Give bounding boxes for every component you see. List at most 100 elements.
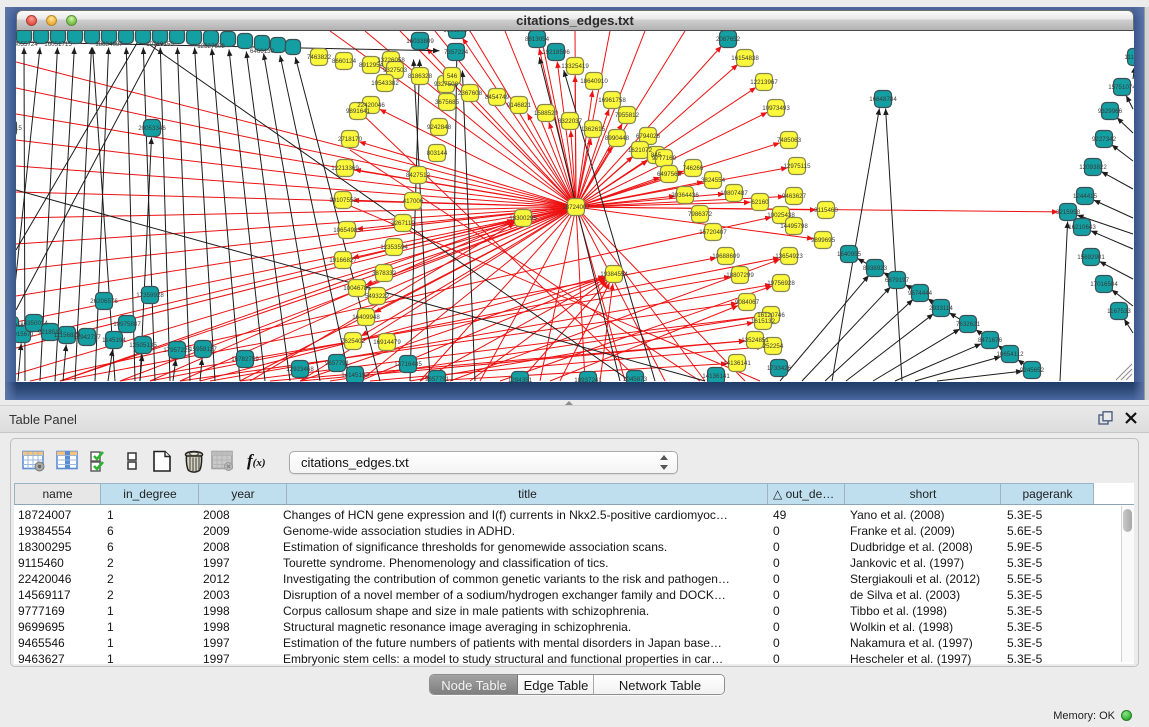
svg-text:16914479: 16914479 <box>373 339 401 346</box>
svg-text:10973493: 10973493 <box>762 105 790 112</box>
svg-text:16782759: 16782759 <box>231 356 259 363</box>
svg-text:5493222: 5493222 <box>365 293 390 300</box>
svg-text:14350014: 14350014 <box>20 320 48 327</box>
svg-text:26206576: 26206576 <box>90 298 118 305</box>
svg-text:6466130: 6466130 <box>250 48 275 55</box>
svg-text:9146821: 9146821 <box>507 102 532 109</box>
svg-text:7955812: 7955812 <box>615 112 640 119</box>
svg-text:18834097: 18834097 <box>95 41 123 48</box>
svg-text:8990448: 8990448 <box>605 135 630 142</box>
svg-text:7463822: 7463822 <box>307 54 332 61</box>
svg-text:417006: 417006 <box>403 198 424 205</box>
svg-text:8427512: 8427512 <box>406 172 431 179</box>
svg-text:16051715: 16051715 <box>16 125 22 132</box>
svg-text:10807487: 10807487 <box>720 190 748 197</box>
svg-text:9657791: 9657791 <box>325 360 350 367</box>
svg-text:252254: 252254 <box>763 343 784 350</box>
svg-text:9674444: 9674444 <box>908 290 933 297</box>
svg-text:10719155: 10719155 <box>146 41 174 48</box>
svg-text:2367608: 2367608 <box>458 90 483 97</box>
svg-text:10654112: 10654112 <box>996 351 1024 358</box>
svg-text:546: 546 <box>447 73 458 80</box>
svg-text:16210643: 16210643 <box>1068 224 1096 231</box>
svg-text:10107553: 10107553 <box>329 197 357 204</box>
svg-text:2718170: 2718170 <box>338 136 363 143</box>
svg-text:7485063: 7485063 <box>777 137 802 144</box>
svg-text:3267110: 3267110 <box>391 220 415 227</box>
svg-text:12213369: 12213369 <box>331 165 359 172</box>
svg-text:803144: 803144 <box>427 150 448 157</box>
svg-text:9242848: 9242848 <box>427 124 452 131</box>
svg-text:9327508: 9327508 <box>434 81 459 88</box>
svg-text:3878332: 3878332 <box>372 270 397 277</box>
svg-text:1045873: 1045873 <box>623 376 648 382</box>
svg-text:8938923: 8938923 <box>863 265 888 272</box>
svg-text:7357224: 7357224 <box>444 49 469 56</box>
svg-text:9115460: 9115460 <box>814 207 838 214</box>
svg-text:1362615: 1362615 <box>581 126 606 133</box>
svg-text:3215958: 3215958 <box>1056 209 1081 216</box>
svg-text:15751074: 15751074 <box>1108 84 1134 91</box>
svg-text:6879197: 6879197 <box>885 277 910 284</box>
svg-text:12942737: 12942737 <box>73 334 101 341</box>
svg-text:9327503: 9327503 <box>383 67 408 74</box>
svg-text:10046786: 10046786 <box>343 285 371 292</box>
svg-text:8660124: 8660124 <box>332 58 357 65</box>
svg-text:20364436: 20364436 <box>671 192 699 199</box>
svg-text:8322037: 8322037 <box>558 118 583 125</box>
svg-text:62160: 62160 <box>751 199 769 206</box>
svg-text:1244415: 1244415 <box>1073 193 1098 200</box>
svg-text:9899695: 9899695 <box>811 237 836 244</box>
svg-text:15720407: 15720407 <box>699 229 727 236</box>
svg-text:10654983: 10654983 <box>333 227 361 234</box>
svg-text:16409948: 16409948 <box>352 314 380 321</box>
svg-text:1117234: 1117234 <box>1124 54 1134 61</box>
svg-text:19218506: 19218506 <box>542 49 570 56</box>
svg-text:12213967: 12213967 <box>750 79 778 86</box>
svg-text:13716485: 13716485 <box>394 361 422 368</box>
svg-text:13226058: 13226058 <box>377 57 405 64</box>
svg-text:18300295: 18300295 <box>509 215 537 222</box>
svg-text:15958127: 15958127 <box>189 346 217 353</box>
svg-text:8471676: 8471676 <box>978 337 1003 344</box>
svg-text:14136141: 14136141 <box>702 373 730 380</box>
svg-text:8813054: 8813054 <box>525 36 550 43</box>
svg-text:3675685: 3675685 <box>435 99 460 106</box>
svg-text:12527602: 12527602 <box>197 43 225 50</box>
svg-text:1167533: 1167533 <box>1107 308 1131 315</box>
svg-text:8454749: 8454749 <box>485 94 510 101</box>
svg-text:16961758: 16961758 <box>598 97 626 104</box>
svg-text:14495798: 14495798 <box>780 223 808 230</box>
svg-text:13325419: 13325419 <box>561 63 589 70</box>
svg-text:7986372: 7986372 <box>688 211 713 218</box>
svg-text:9227342: 9227342 <box>1092 136 1117 143</box>
svg-text:17359928: 17359928 <box>136 292 164 299</box>
svg-text:16154838: 16154838 <box>731 55 759 62</box>
svg-text:9657791: 9657791 <box>425 376 450 382</box>
svg-text:15692901: 15692901 <box>1077 254 1105 261</box>
svg-text:19756928: 19756928 <box>767 280 795 287</box>
svg-text:12353594: 12353594 <box>380 244 408 251</box>
svg-text:1640955: 1640955 <box>837 251 862 258</box>
svg-text:1615132: 1615132 <box>751 318 776 325</box>
svg-text:1145194: 1145194 <box>102 337 126 344</box>
svg-text:1621072: 1621072 <box>628 147 653 154</box>
svg-text:7625402: 7625402 <box>341 338 366 345</box>
svg-text:18807299: 18807299 <box>726 272 754 279</box>
svg-text:9245652: 9245652 <box>1020 367 1045 374</box>
svg-text:1733426: 1733426 <box>767 365 792 372</box>
svg-text:13654923: 13654923 <box>775 253 803 260</box>
svg-text:17957225: 17957225 <box>163 347 191 354</box>
svg-text:10025438: 10025438 <box>767 212 795 219</box>
svg-text:10688609: 10688609 <box>712 253 740 260</box>
svg-text:12093822: 12093822 <box>1079 164 1107 171</box>
svg-text:18640910: 18640910 <box>580 78 608 85</box>
svg-text:2087652: 2087652 <box>716 36 741 43</box>
svg-text:9915671: 9915671 <box>16 331 35 338</box>
svg-text:9084067: 9084067 <box>735 299 760 306</box>
svg-text:12923468: 12923468 <box>286 366 314 373</box>
svg-text:9777169: 9777169 <box>652 155 677 162</box>
svg-text:12505135: 12505135 <box>129 342 157 349</box>
svg-text:3824554: 3824554 <box>701 177 726 184</box>
svg-text:10543382: 10543382 <box>371 80 399 87</box>
